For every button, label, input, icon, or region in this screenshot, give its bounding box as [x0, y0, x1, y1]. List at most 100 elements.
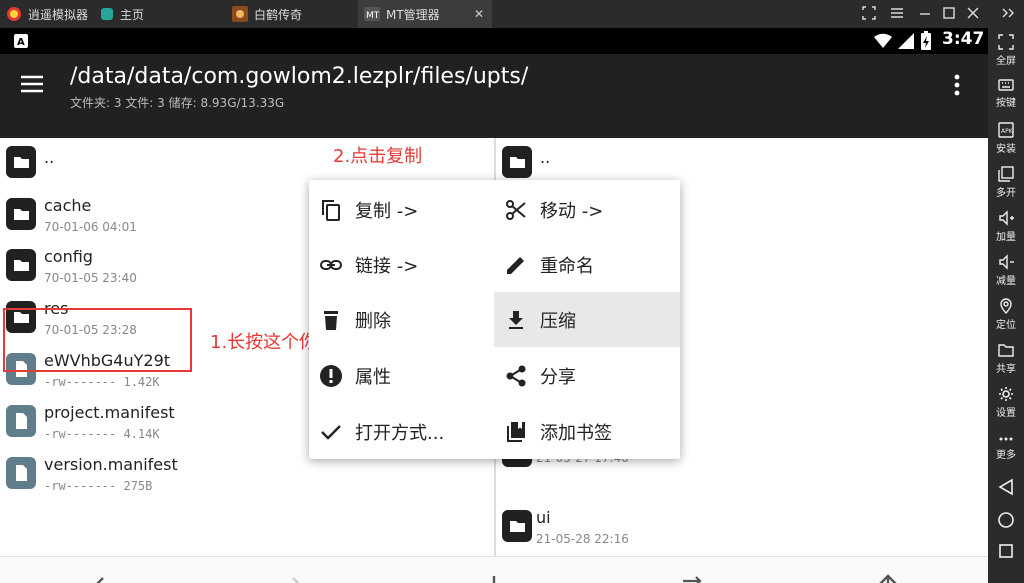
tab-label: MT管理器: [386, 7, 440, 22]
signal-icon: [898, 33, 914, 49]
folder-icon: [6, 249, 36, 281]
android-recents-button[interactable]: [988, 543, 1024, 561]
svg-text:A: A: [17, 37, 25, 48]
list-item[interactable]: ui 21-05-28 22:16: [496, 502, 988, 550]
check-icon: [319, 420, 343, 444]
trash-icon: [319, 308, 343, 332]
info-icon: [319, 364, 343, 388]
file-icon: [6, 457, 36, 489]
menu-label: 打开方式...: [355, 422, 445, 444]
triangle-back-icon: [998, 478, 1013, 496]
menu-label: 复制 ->: [355, 200, 419, 222]
download-icon: [504, 308, 528, 332]
minimize-icon[interactable]: [918, 6, 932, 20]
tab-label: 白鹤传奇: [254, 7, 303, 22]
menu-label: 链接 ->: [355, 255, 419, 277]
sidebar-label: 安装: [996, 144, 1016, 155]
battery-icon: [920, 31, 932, 51]
tab-emulator[interactable]: 逍遥模拟器: [0, 0, 88, 28]
collapse-sidebar-icon[interactable]: [1000, 6, 1016, 20]
back-icon[interactable]: [86, 571, 114, 583]
sidebar-item-keys[interactable]: 按键: [988, 78, 1024, 109]
swap-icon[interactable]: [678, 571, 706, 583]
copy-icon: [319, 198, 343, 222]
game-tab-icon: [232, 6, 248, 22]
sidebar-item-fullscreen[interactable]: 全屏: [988, 34, 1024, 67]
pencil-icon: [504, 253, 528, 277]
tab-mt-manager[interactable]: MT MT管理器 ✕: [358, 0, 492, 28]
emulator-sidebar: 全屏 按键 APK 安装 多开 加量 减量 定位 共享 设置 更多: [988, 28, 1024, 583]
menu-label: 压缩: [540, 310, 576, 332]
menu-link[interactable]: 链接 ->: [309, 237, 494, 292]
sidebar-item-share[interactable]: 共享: [988, 342, 1024, 375]
android-back-button[interactable]: [988, 478, 1024, 498]
sidebar-item-multi[interactable]: 多开: [988, 166, 1024, 199]
tab-game[interactable]: 白鹤传奇: [226, 0, 354, 28]
menu-label: 删除: [355, 310, 391, 332]
screenshot-icon[interactable]: [862, 6, 876, 20]
add-icon[interactable]: [480, 571, 508, 583]
menu-rename[interactable]: 重命名: [494, 237, 680, 292]
gear-icon: [999, 387, 1013, 401]
menu-delete[interactable]: 删除: [309, 292, 494, 347]
file-name: config: [44, 247, 93, 266]
file-meta: 21-05-28 22:16: [536, 532, 629, 546]
hamburger-menu-icon[interactable]: [20, 74, 44, 94]
annotation-step2: 2.点击复制: [333, 146, 423, 167]
file-name: project.manifest: [44, 403, 175, 422]
folder-share-icon: [998, 344, 1014, 357]
file-name: cache: [44, 196, 92, 215]
tab-close-icon[interactable]: ✕: [474, 7, 484, 21]
emulator-logo-icon: [6, 6, 22, 22]
menu-label: 分享: [540, 366, 576, 388]
android-screen: A 3:47 /data/data/com.gowlom2.lezplr/fil…: [0, 28, 988, 583]
sidebar-label: 全屏: [996, 56, 1016, 67]
context-menu: 复制 -> 移动 -> 链接 -> 重命名 删除 压缩 属性 分享 打开方式..…: [309, 180, 680, 459]
menu-open-with[interactable]: 打开方式...: [309, 404, 494, 459]
menu-icon[interactable]: [890, 6, 904, 20]
fullscreen-icon: [998, 34, 1014, 50]
share-icon: [504, 364, 528, 388]
sidebar-item-location[interactable]: 定位: [988, 298, 1024, 331]
menu-compress[interactable]: 压缩: [494, 292, 680, 347]
bottom-toolbar: [0, 556, 988, 583]
sidebar-label: 更多: [996, 450, 1016, 461]
mt-tab-icon: MT: [364, 7, 380, 21]
sidebar-label: 共享: [996, 364, 1016, 375]
sidebar-label: 设置: [996, 408, 1016, 419]
menu-share[interactable]: 分享: [494, 348, 680, 403]
scissors-icon: [504, 198, 528, 222]
menu-bookmark[interactable]: 添加书签: [494, 404, 680, 459]
up-arrow-icon[interactable]: [874, 571, 902, 583]
overflow-menu-icon[interactable]: [954, 74, 960, 96]
sidebar-item-volume-up[interactable]: 加量: [988, 210, 1024, 243]
menu-move[interactable]: 移动 ->: [494, 182, 680, 237]
sidebar-item-settings[interactable]: 设置: [988, 386, 1024, 419]
sidebar-item-install[interactable]: APK 安装: [988, 122, 1024, 155]
menu-properties[interactable]: 属性: [309, 348, 494, 403]
menu-copy[interactable]: 复制 ->: [309, 182, 494, 237]
folder-icon: [6, 146, 36, 178]
menu-label: 重命名: [540, 255, 594, 277]
apk-icon: APK: [998, 122, 1014, 138]
menu-label: 移动 ->: [540, 200, 604, 222]
folder-icon: [6, 198, 36, 230]
file-name: ..: [44, 148, 55, 167]
tab-home[interactable]: 主页: [94, 0, 222, 28]
wifi-icon: [874, 33, 892, 49]
menu-label: 添加书签: [540, 422, 612, 444]
close-window-icon[interactable]: [966, 6, 980, 20]
forward-icon[interactable]: [282, 571, 310, 583]
menu-label: 属性: [355, 366, 391, 388]
android-home-button[interactable]: [988, 511, 1024, 531]
keyboard-icon: [998, 79, 1014, 91]
sidebar-item-volume-down[interactable]: 减量: [988, 254, 1024, 287]
circle-home-icon: [998, 512, 1014, 528]
folder-icon: [502, 146, 532, 178]
sidebar-item-more[interactable]: 更多: [988, 434, 1024, 461]
maximize-icon[interactable]: [942, 6, 956, 20]
path-info: 文件夹: 3 文件: 3 储存: 8.93G/13.33G: [70, 96, 285, 110]
svg-text:MT: MT: [366, 11, 380, 21]
tab-label: 逍遥模拟器: [28, 7, 89, 22]
bookmark-icon: [504, 420, 528, 444]
